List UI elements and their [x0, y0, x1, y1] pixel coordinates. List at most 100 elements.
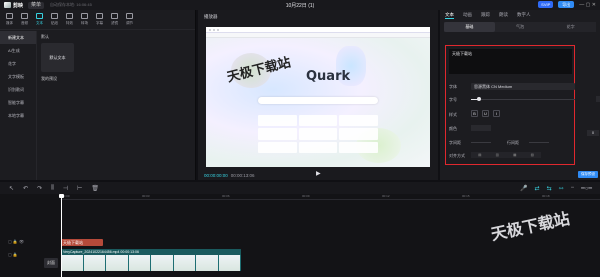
align-options[interactable]: ▤ ▥ ▦ ▧ [471, 152, 541, 158]
properties-tab-0[interactable]: 文本 [445, 12, 454, 19]
tool-tab-label: 音频 [21, 21, 28, 25]
timeline-right-tools: 🎤 ⇄ ⇆ ⇿ − ━○━ [520, 182, 592, 194]
timeline-ruler[interactable]: 00:00 00:03 00:06 00:09 00:12 00:15 00:18 [60, 194, 600, 200]
tool-tab-label: 调节 [126, 21, 133, 25]
char-spacing-slider[interactable] [471, 142, 491, 143]
sticker-icon [51, 13, 58, 19]
player-controls: 00:00:00:00 00:00:13:06 ▶ [198, 170, 438, 180]
align-center-icon[interactable]: ▥ [496, 153, 499, 157]
menu-button[interactable]: 菜单 [28, 1, 45, 9]
microphone-icon[interactable]: 🎤 [520, 185, 527, 192]
text-subtab-1[interactable]: 气泡 [495, 22, 546, 32]
magnet-icon[interactable]: ⇄ [535, 185, 540, 192]
size-slider-thumb[interactable] [477, 97, 482, 101]
zoom-out-icon[interactable]: − [571, 185, 575, 191]
tool-tab-3[interactable]: 贴纸 [47, 13, 62, 26]
sidebar-item-0[interactable]: 新建文本 [0, 31, 36, 44]
bold-button[interactable]: B [471, 110, 478, 117]
playhead[interactable] [59, 194, 64, 277]
tool-tab-1[interactable]: 音频 [17, 13, 32, 26]
tool-tab-6[interactable]: 字幕 [92, 13, 107, 26]
underline-button[interactable]: U [482, 110, 489, 117]
svip-badge[interactable]: SVIP [538, 1, 554, 8]
app-logo: 剪映 [4, 2, 23, 9]
tool-tab-7[interactable]: 滤镜 [107, 13, 122, 26]
sidebar-item-label: 智能字幕 [8, 100, 24, 105]
text-track-controls[interactable]: ▢ 🔒 👁 [8, 239, 24, 244]
text-subtab-0[interactable]: 基础 [444, 22, 495, 32]
ruler-mark: 00:18 [542, 194, 550, 198]
split-right-icon[interactable]: ⊢ [77, 185, 82, 192]
text-subtab-2[interactable]: 花字 [545, 22, 596, 32]
split-icon[interactable]: ⫼ [51, 185, 54, 192]
tool-tab-4[interactable]: 特效 [62, 13, 77, 26]
export-button[interactable]: 导出 [558, 1, 575, 8]
preview-axis-icon[interactable]: ⇿ [559, 185, 564, 192]
save-preset-button[interactable]: 保存预设 [578, 171, 598, 178]
text-content-input[interactable]: 天极下载站 [449, 49, 572, 74]
tool-tab-8[interactable]: 调节 [122, 13, 137, 26]
filter-icon [111, 13, 118, 19]
select-tool-icon[interactable]: ↖ [9, 185, 14, 192]
sidebar-item-3[interactable]: 文字模板 [0, 70, 36, 83]
text-category-sidebar: 新建文本 AI生成花字文字模板识别歌词智能字幕本地字幕 [0, 31, 37, 180]
quark-search-box [258, 97, 378, 104]
video-preview[interactable]: Quark 天极下载站 [206, 27, 430, 167]
font-label: 字体 [449, 84, 457, 89]
sidebar-item-1[interactable]: AI生成 [0, 44, 36, 57]
caption-icon [96, 13, 103, 19]
split-left-icon[interactable]: ⊣ [63, 185, 68, 192]
italic-button[interactable]: I [493, 110, 500, 117]
tool-tab-0[interactable]: 媒体 [2, 13, 17, 26]
color-picker[interactable] [471, 125, 491, 131]
ruler-mark: 00:12 [382, 194, 390, 198]
effects-icon [66, 13, 73, 19]
sidebar-item-label: 花字 [8, 61, 16, 66]
app-logo-icon [4, 2, 11, 8]
sidebar-item-6[interactable]: 本地字幕 [0, 109, 36, 122]
undo-icon[interactable]: ↶ [23, 185, 28, 192]
window-controls[interactable]: — ▢ ✕ [579, 2, 596, 8]
properties-tab-2[interactable]: 跟踪 [481, 12, 490, 18]
ruler-mark: 00:03 [142, 194, 150, 198]
sidebar-item-label: 文字模板 [8, 74, 24, 79]
redo-icon[interactable]: ↷ [37, 185, 42, 192]
properties-tabs: 文本 动画 跟踪 朗读 数字人 [440, 10, 600, 20]
adjust-icon [126, 13, 133, 19]
style-label: 样式 [449, 112, 457, 117]
tool-tab-5[interactable]: 转场 [77, 13, 92, 26]
sidebar-item-label: AI生成 [8, 48, 20, 53]
default-text-card[interactable]: 默认文本 [41, 43, 74, 72]
properties-tab-3[interactable]: 朗读 [499, 12, 508, 18]
sidebar-item-5[interactable]: 智能字幕 [0, 96, 36, 109]
play-icon[interactable]: ▶ [316, 170, 321, 177]
size-value[interactable]: 6 [596, 96, 600, 102]
cover-button[interactable]: 封面 [44, 258, 58, 268]
align-justify-icon[interactable]: ▧ [531, 153, 534, 157]
text-icon [36, 13, 43, 19]
properties-tab-4[interactable]: 数字人 [517, 12, 531, 18]
line-spacing-label: 行间距 [507, 140, 519, 145]
properties-tab-1[interactable]: 动画 [463, 12, 472, 18]
align-right-icon[interactable]: ▦ [513, 153, 516, 157]
video-clip[interactable]: VeryCapture_20241022164456.mp4 00:00:13:… [61, 249, 241, 271]
quark-shortcut-cards [258, 115, 378, 153]
font-select[interactable]: 思源黑体 CN Medium [471, 83, 575, 90]
text-clip[interactable]: 天极下载站 [61, 239, 103, 246]
size-slider[interactable] [471, 97, 575, 101]
line-spacing-slider[interactable] [529, 142, 549, 143]
video-track-controls[interactable]: ▢ 🔒 [8, 252, 18, 257]
tool-tab-label: 滤镜 [111, 21, 118, 25]
link-icon[interactable]: ⇆ [547, 185, 552, 192]
tool-tab-2[interactable]: 文本 [32, 13, 47, 26]
ruler-mark: 00:15 [462, 194, 470, 198]
delete-icon[interactable]: 🗑 [91, 185, 99, 192]
align-left-icon[interactable]: ▤ [478, 153, 481, 157]
media-icon [6, 13, 13, 19]
zoom-slider[interactable]: ━○━ [581, 185, 592, 192]
text-subtabs: 基础 气泡 花字 [444, 22, 596, 32]
sidebar-item-2[interactable]: 花字 [0, 57, 36, 70]
extra-value-field[interactable]: 0 [587, 130, 599, 136]
player-title: 播放器 [204, 14, 218, 19]
sidebar-item-4[interactable]: 识别歌词 [0, 83, 36, 96]
